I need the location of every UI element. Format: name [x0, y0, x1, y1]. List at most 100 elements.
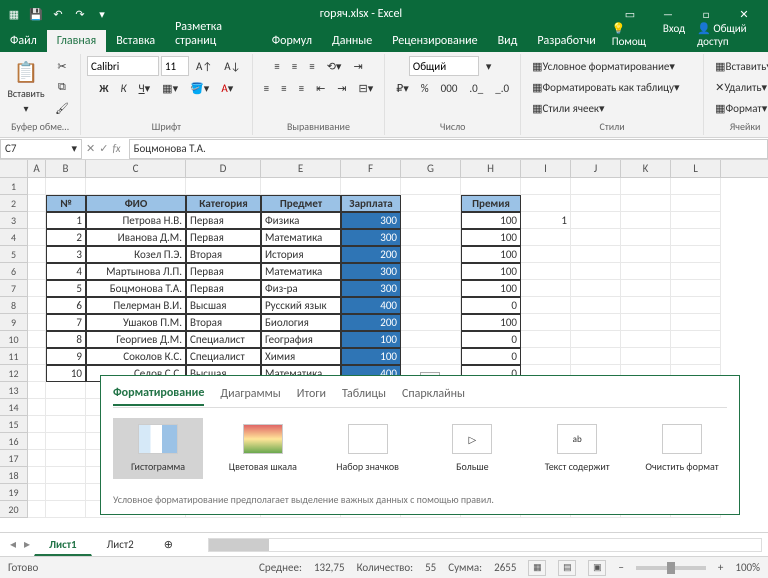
- cell[interactable]: [521, 348, 571, 365]
- col-E[interactable]: E: [261, 160, 341, 177]
- cell[interactable]: [341, 178, 401, 195]
- cell[interactable]: Вторая: [186, 246, 261, 263]
- cell[interactable]: Ушаков П.М.: [86, 314, 186, 331]
- cell[interactable]: [621, 195, 671, 212]
- col-A[interactable]: A: [28, 160, 46, 177]
- paste-button[interactable]: 📋 Вставить ▾: [6, 57, 46, 117]
- cell[interactable]: Пелерман В.И.: [86, 297, 186, 314]
- cell[interactable]: [671, 212, 721, 229]
- cell[interactable]: [46, 416, 86, 433]
- cell[interactable]: Математика: [261, 263, 341, 280]
- copy-button[interactable]: ⧉: [50, 77, 74, 97]
- number-format-select[interactable]: [409, 56, 479, 76]
- cell[interactable]: [401, 280, 461, 297]
- row-header[interactable]: 18: [0, 467, 28, 484]
- cell[interactable]: [571, 195, 621, 212]
- cell[interactable]: [621, 246, 671, 263]
- cell[interactable]: [28, 382, 46, 399]
- cell[interactable]: 100: [461, 314, 521, 331]
- cell[interactable]: [571, 229, 621, 246]
- align-middle-button[interactable]: ≡: [287, 56, 302, 76]
- cell[interactable]: [28, 212, 46, 229]
- tab-layout[interactable]: Разметка страниц: [165, 16, 262, 52]
- horizontal-scrollbar[interactable]: [208, 538, 762, 552]
- tab-developer[interactable]: Разработчи: [527, 30, 605, 52]
- underline-button[interactable]: Ч▾: [134, 78, 156, 98]
- merge-button[interactable]: ⊟▾: [354, 78, 379, 98]
- cond-format-button[interactable]: ▦ Условное форматирование ▾: [527, 56, 697, 76]
- fx-icon[interactable]: fx: [112, 142, 120, 155]
- cell[interactable]: Боцмонова Т.А.: [86, 280, 186, 297]
- cell[interactable]: [521, 263, 571, 280]
- cell[interactable]: [571, 314, 621, 331]
- cell[interactable]: [671, 331, 721, 348]
- cell[interactable]: 8: [46, 331, 86, 348]
- redo-icon[interactable]: ↷: [72, 6, 88, 22]
- undo-icon[interactable]: ↶: [50, 6, 66, 22]
- painter-button[interactable]: 🖌: [50, 98, 74, 118]
- row-header[interactable]: 7: [0, 280, 28, 297]
- zoom-in-button[interactable]: +: [718, 561, 723, 574]
- cell[interactable]: История: [261, 246, 341, 263]
- cell[interactable]: Предмет: [261, 195, 341, 212]
- popout-item-greater[interactable]: ▷Больше: [427, 418, 517, 479]
- cell[interactable]: 200: [341, 314, 401, 331]
- cell[interactable]: Первая: [186, 280, 261, 297]
- formula-bar[interactable]: Боцмонова Т.А.: [129, 139, 768, 159]
- spreadsheet-grid[interactable]: A B C D E F G H I J K L 12№ФИОКатегорияП…: [0, 160, 768, 550]
- cell[interactable]: [28, 501, 46, 518]
- row-header[interactable]: 16: [0, 433, 28, 450]
- popout-tab-charts[interactable]: Диаграммы: [220, 387, 280, 405]
- col-L[interactable]: L: [671, 160, 721, 177]
- cell[interactable]: 0: [461, 297, 521, 314]
- zoom-handle[interactable]: [667, 562, 675, 574]
- cell[interactable]: [46, 399, 86, 416]
- cell[interactable]: [28, 195, 46, 212]
- cell[interactable]: [671, 195, 721, 212]
- tab-formulas[interactable]: Формул: [262, 30, 322, 52]
- popout-item-databar[interactable]: Гистограмма: [113, 418, 203, 479]
- col-K[interactable]: K: [621, 160, 671, 177]
- cell[interactable]: 4: [46, 263, 86, 280]
- cut-button[interactable]: ✂: [50, 56, 74, 76]
- col-D[interactable]: D: [186, 160, 261, 177]
- tab-insert[interactable]: Вставка: [106, 30, 165, 52]
- chevron-down-icon[interactable]: ▾: [481, 56, 497, 76]
- insert-cells-button[interactable]: ▦ Вставить ▾: [710, 56, 768, 76]
- cell[interactable]: [521, 246, 571, 263]
- cell[interactable]: 100: [461, 212, 521, 229]
- row-header[interactable]: 1: [0, 178, 28, 195]
- tab-file[interactable]: Файл: [0, 30, 47, 52]
- cell[interactable]: 300: [341, 263, 401, 280]
- cell[interactable]: Петрова Н.В.: [86, 212, 186, 229]
- cell[interactable]: [46, 467, 86, 484]
- cell[interactable]: [261, 178, 341, 195]
- tab-home[interactable]: Главная: [47, 30, 106, 52]
- cell[interactable]: [28, 450, 46, 467]
- cell[interactable]: [28, 178, 46, 195]
- cell[interactable]: [401, 297, 461, 314]
- row-header[interactable]: 4: [0, 229, 28, 246]
- cell[interactable]: [671, 263, 721, 280]
- cell[interactable]: [401, 246, 461, 263]
- cell[interactable]: [571, 348, 621, 365]
- accounting-button[interactable]: ₽▾: [391, 78, 414, 98]
- cell[interactable]: [621, 212, 671, 229]
- cell[interactable]: [28, 263, 46, 280]
- cell[interactable]: Русский язык: [261, 297, 341, 314]
- row-header[interactable]: 15: [0, 416, 28, 433]
- cell[interactable]: 100: [461, 263, 521, 280]
- col-C[interactable]: C: [86, 160, 186, 177]
- cell[interactable]: [521, 178, 571, 195]
- cell[interactable]: [621, 229, 671, 246]
- fill-color-button[interactable]: 🪣▾: [185, 78, 214, 98]
- cell[interactable]: [28, 229, 46, 246]
- dec-decimal-button[interactable]: _.0: [490, 78, 514, 98]
- cell[interactable]: 100: [341, 348, 401, 365]
- cell[interactable]: 300: [341, 229, 401, 246]
- cell[interactable]: [401, 263, 461, 280]
- popout-item-iconset[interactable]: Набор значков: [323, 418, 413, 479]
- cell[interactable]: Первая: [186, 263, 261, 280]
- cell[interactable]: [401, 178, 461, 195]
- cell[interactable]: [28, 246, 46, 263]
